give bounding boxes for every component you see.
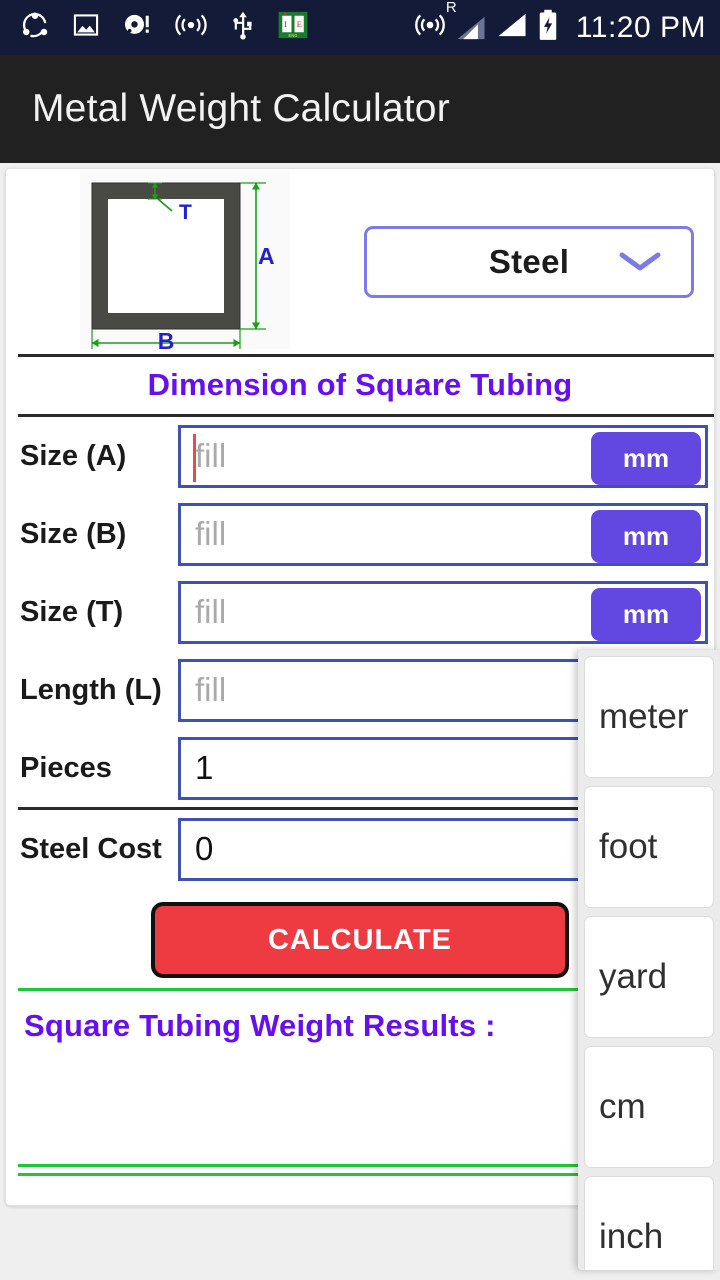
label-length: Length (L) xyxy=(20,673,162,706)
signal-icon xyxy=(496,10,528,45)
share-icon xyxy=(20,10,50,45)
input-steel-cost-value: 0 xyxy=(195,830,214,867)
row-size-b: Size (B) fill mm xyxy=(6,495,714,573)
usb-icon xyxy=(230,10,256,45)
unit-button-size-a[interactable]: mm xyxy=(591,431,701,485)
status-bar: I E ENG R 11:20 PM xyxy=(0,0,720,55)
section-title: Dimension of Square Tubing xyxy=(147,367,573,402)
dictionary-app-icon: I E ENG xyxy=(278,10,308,45)
calculate-button[interactable]: CALCULATE xyxy=(151,902,569,978)
square-tubing-diagram: T A B xyxy=(80,171,290,354)
status-bar-right-icons: R 11:20 PM xyxy=(414,0,706,46)
unit-button-size-t[interactable]: mm xyxy=(591,587,701,641)
unit-button-size-b[interactable]: mm xyxy=(591,509,701,563)
material-dropdown[interactable]: Steel xyxy=(364,226,694,298)
unit-option-foot[interactable]: foot xyxy=(584,786,714,908)
row-size-a: Size (A) fill mm xyxy=(6,417,714,495)
unit-option-meter[interactable]: meter xyxy=(584,656,714,778)
unit-option-yard[interactable]: yard xyxy=(584,916,714,1038)
roaming-letter: R xyxy=(445,0,457,16)
shape-and-material-row: T A B Steel xyxy=(6,169,714,354)
input-size-t[interactable]: fill mm xyxy=(178,580,708,644)
row-size-t: Size (T) fill mm xyxy=(6,573,714,651)
input-size-t-placeholder: fill xyxy=(195,593,227,630)
label-pieces: Pieces xyxy=(20,751,112,784)
image-icon xyxy=(72,11,100,44)
text-caret xyxy=(193,433,196,482)
chevron-down-icon xyxy=(617,248,663,276)
input-size-a[interactable]: fill mm xyxy=(178,424,708,488)
diagram-label-b: B xyxy=(158,328,175,349)
signal-roaming-icon: R xyxy=(446,0,487,43)
svg-text:I: I xyxy=(284,19,287,29)
material-selected-label: Steel xyxy=(488,243,570,280)
unit-option-inch[interactable]: inch xyxy=(584,1176,714,1270)
input-size-a-placeholder: fill xyxy=(195,437,227,474)
unit-option-cm[interactable]: cm xyxy=(584,1046,714,1168)
label-steel-cost: Steel Cost xyxy=(20,832,162,865)
input-size-b[interactable]: fill mm xyxy=(178,502,708,566)
unit-dropdown-popup[interactable]: meter foot yard cm inch xyxy=(578,650,720,1270)
label-size-t: Size (T) xyxy=(20,595,124,628)
status-bar-clock: 11:20 PM xyxy=(575,10,706,44)
label-size-a: Size (A) xyxy=(20,439,127,472)
app-bar: Metal Weight Calculator xyxy=(0,55,720,163)
battery-charging-icon xyxy=(537,9,559,46)
diagram-label-t: T xyxy=(179,201,192,224)
input-size-b-placeholder: fill xyxy=(195,515,227,552)
cast-wifi-icon xyxy=(174,10,208,45)
input-pieces-value: 1 xyxy=(195,749,214,786)
label-size-b: Size (B) xyxy=(20,517,127,550)
svg-text:E: E xyxy=(297,19,302,29)
app-screen: I E ENG R 11:20 PM Metal Weight Calculat… xyxy=(0,0,720,1280)
hotspot-icon xyxy=(414,10,446,45)
page-title: Metal Weight Calculator xyxy=(32,87,450,130)
svg-text:ENG: ENG xyxy=(289,33,298,38)
diagram-label-a: A xyxy=(258,243,275,269)
status-bar-left-icons: I E ENG xyxy=(20,10,308,45)
disc-alert-icon xyxy=(122,10,152,45)
input-length-placeholder: fill xyxy=(195,671,227,708)
